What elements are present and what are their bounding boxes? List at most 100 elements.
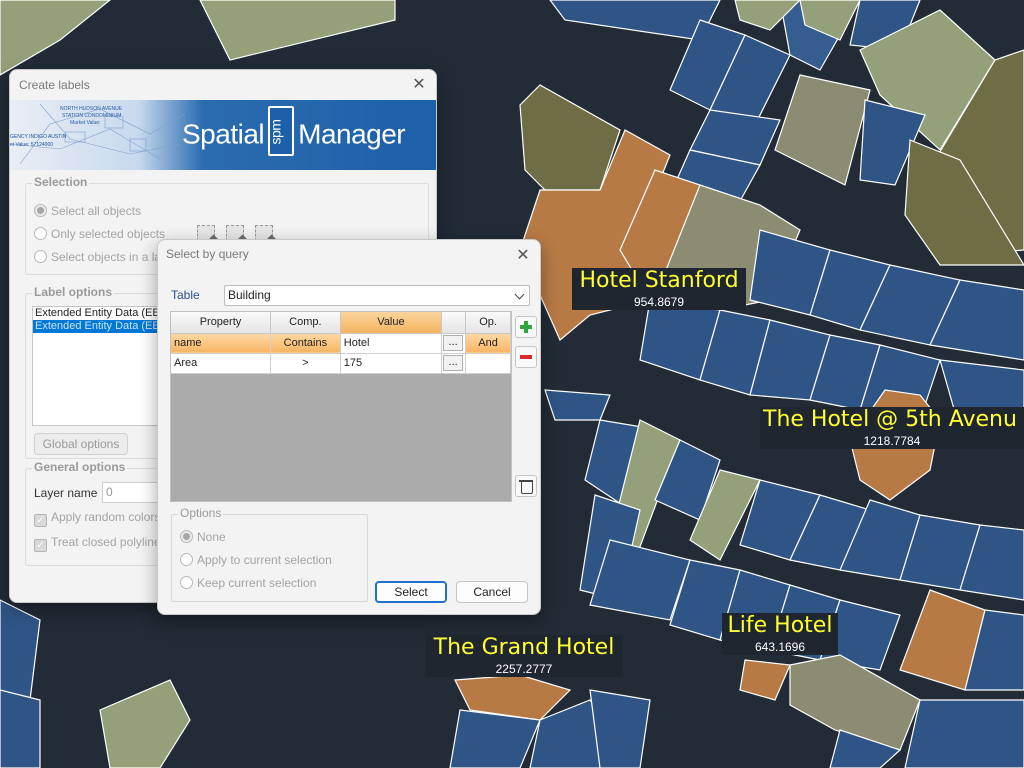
map-label-hotel-5th-avenue: The Hotel @ 5th Avenu 1218.7784 [760,407,1024,449]
radio-indicator [34,204,47,217]
radio-indicator [180,530,193,543]
column-header-blank [441,312,467,334]
cell-comp[interactable]: > [270,353,341,374]
cell-value[interactable]: Hotel [340,333,443,354]
checkbox-label: Apply random colors t [51,510,168,524]
banner-map-thumbnail: NORTH HUDSON AVENUE STATION CONDOMINIUM … [10,104,185,166]
radio-option-none[interactable]: None [180,530,226,546]
radio-option-apply-current[interactable]: Apply to current selection [180,553,332,569]
column-header-property[interactable]: Property [171,312,271,334]
radio-only-selected[interactable]: Only selected objects [34,227,165,243]
cell-property[interactable]: Area [171,353,271,374]
map-label-grand-hotel: The Grand Hotel 2257.2777 [426,635,622,677]
spatial-manager-banner: NORTH HUDSON AVENUE STATION CONDOMINIUM … [10,100,436,170]
cell-property[interactable]: name [171,333,271,354]
select-by-query-dialog: Select by query ✕ Table Building Propert… [157,239,541,615]
column-header-comp[interactable]: Comp. [270,312,341,334]
value-picker-button[interactable]: ... [443,335,464,351]
radio-select-all[interactable]: Select all objects [34,204,141,220]
brand-right: Manager [298,118,406,150]
remove-condition-icon[interactable] [515,346,537,368]
cell-value[interactable]: 175 [340,353,443,374]
map-label-name: The Hotel @ 5th Avenu [760,407,1024,433]
global-options-button[interactable]: Global options [34,433,128,455]
radio-label: Only selected objects [51,227,166,241]
parcel-polygon[interactable] [0,689,41,768]
table-label: Table [171,288,200,302]
value-picker-button[interactable]: ... [443,355,464,371]
map-label-name: The Grand Hotel [426,635,622,661]
radio-label: Apply to current selection [197,553,332,567]
map-label-value: 1218.7784 [760,433,1024,449]
parcel-polygon[interactable] [519,84,621,191]
checkbox-indicator: ✓ [34,514,47,527]
radio-indicator [180,576,193,589]
close-icon[interactable]: ✕ [410,76,428,94]
cell-op[interactable] [465,353,511,374]
cell-op[interactable]: And [465,333,511,354]
spatial-manager-logo: Spatial spm Manager [182,106,406,156]
parcel-polygon[interactable] [774,74,871,186]
close-icon[interactable]: ✕ [514,247,532,265]
table-select-value: Building [228,288,271,302]
radio-label: Select all objects [51,204,142,218]
parcel-polygon[interactable] [739,659,791,701]
radio-option-keep-current[interactable]: Keep current selection [180,576,316,592]
map-label-hotel-stanford: Hotel Stanford 954.8679 [572,268,746,310]
parcel-polygon[interactable] [449,709,541,768]
parcel-polygon[interactable] [544,389,611,421]
cell-ellipsis: ... [441,333,467,354]
column-header-op[interactable]: Op. [465,312,511,334]
spm-logo-box: spm [267,106,295,156]
table-row[interactable]: Area > 175 ... [171,353,511,374]
trash-icon[interactable] [515,475,537,497]
radio-label: None [197,530,226,544]
checkbox-label: Treat closed polylines [51,535,167,549]
map-label-value: 954.8679 [572,294,746,310]
banner-mini-text: Market Value: [70,120,101,126]
group-title: Label options [32,285,114,299]
map-label-name: Life Hotel [722,613,838,639]
brand-left: Spatial [182,118,265,150]
cancel-button[interactable]: Cancel [456,581,528,603]
radio-label: Select objects in a lay [51,250,168,264]
parcel-polygon[interactable] [199,0,396,61]
select-button[interactable]: Select [375,581,447,603]
parcel-polygon[interactable] [589,689,651,768]
radio-select-in-layer[interactable]: Select objects in a lay [34,250,167,266]
add-condition-icon[interactable] [515,316,537,338]
check-closed-polylines[interactable]: ✓ Treat closed polylines [34,535,167,552]
group-title: General options [32,460,128,474]
map-label-life-hotel: Life Hotel 643.1696 [722,613,838,655]
radio-indicator [34,227,47,240]
dialog-title: Create labels [19,78,90,92]
table-select[interactable]: Building [224,285,530,306]
query-grid[interactable]: Property Comp. Value Op. name Contains H… [170,311,512,502]
parcel-polygon[interactable] [0,0,111,76]
banner-mini-text: NORTH HUDSON AVENUE [60,106,123,112]
map-label-name: Hotel Stanford [572,268,746,294]
table-row[interactable]: name Contains Hotel ... And [171,333,511,354]
cell-ellipsis: ... [441,353,467,374]
check-random-colors[interactable]: ✓ Apply random colors t [34,510,168,527]
banner-mini-text: et Value: 57124000 [10,142,54,148]
parcel-polygon[interactable] [904,699,1024,768]
options-group: Options None Apply to current selection … [171,506,368,602]
map-label-value: 2257.2777 [426,661,622,677]
radio-label: Keep current selection [197,576,317,590]
chevron-down-icon [514,289,525,300]
radio-indicator [34,250,47,263]
group-title: Options [178,506,224,520]
banner-mini-text: GENCY INDIGO AUSTIN [10,134,67,140]
column-header-value[interactable]: Value [340,312,443,334]
group-title: Selection [32,175,90,189]
layer-name-label: Layer name [34,486,98,500]
brand-box-text: spm [267,119,284,145]
map-label-value: 643.1696 [722,639,838,655]
cell-comp[interactable]: Contains [270,333,341,354]
checkbox-indicator: ✓ [34,539,47,552]
banner-mini-text: STATION CONDOMINIUM [62,113,122,119]
parcel-polygon[interactable] [99,679,191,768]
dialog-title: Select by query [166,247,249,261]
radio-indicator [180,553,193,566]
